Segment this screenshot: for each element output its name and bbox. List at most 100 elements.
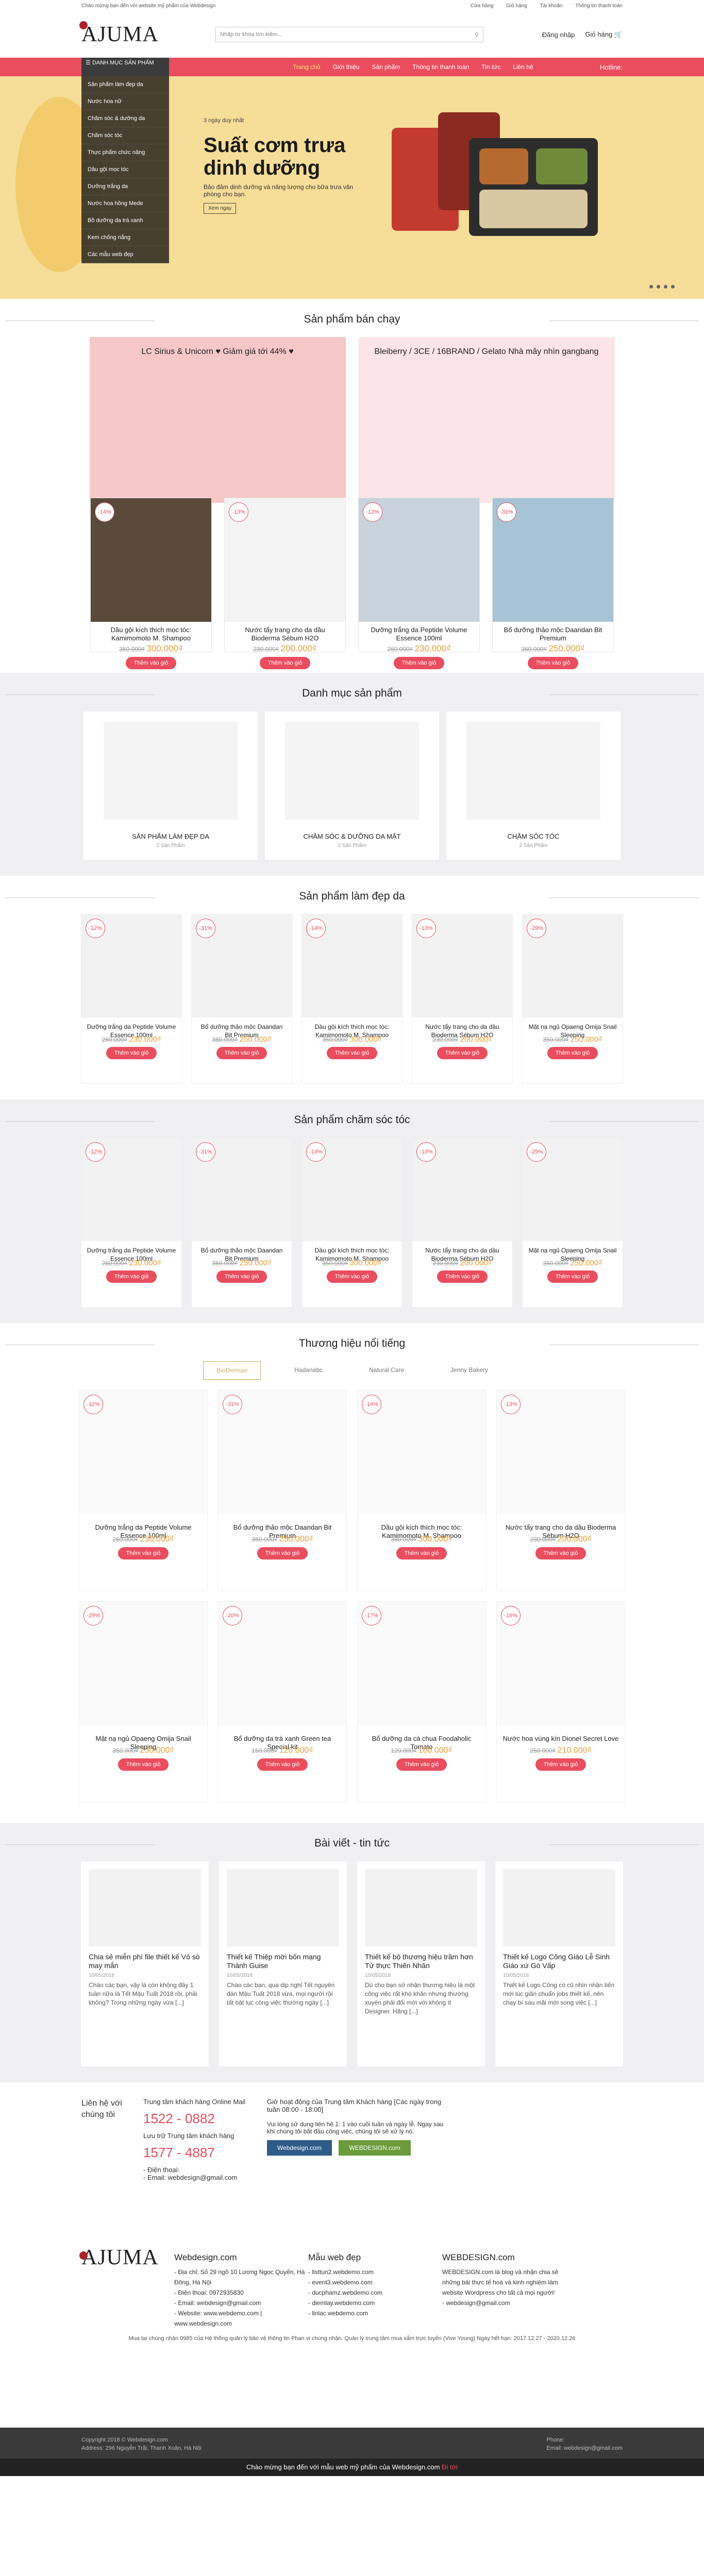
add-to-cart-button[interactable]: Thêm vào giỏ <box>326 1270 378 1283</box>
add-to-cart-button[interactable]: Thêm vào giỏ <box>547 1270 598 1283</box>
nav-products[interactable]: Sản phẩm <box>372 63 400 71</box>
top-link-cart[interactable]: Giỏ hàng <box>506 3 527 9</box>
product-card[interactable]: -14% Dầu gội kích thích mọc tóc: Kamimomo… <box>301 914 403 1084</box>
footer-link[interactable]: - listtun2.webdemo.com <box>308 2267 442 2277</box>
category-item[interactable]: Bồ dưỡng da trà xanh <box>81 212 169 229</box>
add-to-cart-button[interactable]: Thêm vào giỏ <box>259 657 311 669</box>
product-card[interactable]: -20% Bổ dưỡng da trà xanh Green tea Speci… <box>218 1601 347 1802</box>
product-card[interactable]: -12% Dưỡng trắng da Peptide Volume Essenc… <box>358 498 480 669</box>
brand-tab[interactable]: Natural Care <box>356 1361 417 1380</box>
product-card[interactable]: -12% Dưỡng trắng da Peptide Volume Essenc… <box>81 1138 182 1308</box>
add-to-cart-button[interactable]: Thêm vào giỏ <box>216 1047 267 1059</box>
nav-contact[interactable]: Liên hệ <box>513 63 533 71</box>
product-card[interactable]: -31% Bổ dưỡng thảo mộc Daandan Bit Premiu… <box>218 1390 347 1591</box>
blog-post[interactable]: Chia sẻ miễn phí file thiết kế Vỏ sò may… <box>80 1861 209 2067</box>
product-card[interactable]: -13% Nước tẩy trang cho da dầu Bioderma S… <box>412 914 513 1084</box>
blog-post[interactable]: Thiết kế Thiệp mời bốn mạng Thành Guise 1… <box>219 1861 347 2067</box>
product-card[interactable]: -12% Dưỡng trắng da Peptide Volume Essenc… <box>79 1390 208 1591</box>
webdesign-button[interactable]: Webdesign.com <box>267 2140 332 2156</box>
product-card[interactable]: -16% Nước hoa vùng kín Dionel Secret Love… <box>496 1601 625 1802</box>
add-to-cart-button[interactable]: Thêm vào giỏ <box>547 1047 598 1059</box>
category-item[interactable]: Chăm sóc & dưỡng da <box>81 110 169 127</box>
hours-text: Giờ hoạt động của Trung tâm Khách hàng [… <box>267 2098 442 2113</box>
product-card[interactable]: -31% Bổ dưỡng thảo mộc Daandan Bit Premiu… <box>492 498 614 669</box>
category-item[interactable]: Dưỡng trắng da <box>81 178 169 195</box>
category-card[interactable]: CHĂM SÓC TÓC 2 Sản Phẩm <box>446 711 621 860</box>
login-link[interactable]: Đăng nhập <box>542 31 575 39</box>
category-item[interactable]: Nước hoa hồng Mede <box>81 195 169 212</box>
footer-logo[interactable]: AJUMA <box>79 2247 215 2268</box>
brand-tab[interactable]: Hadanabc <box>281 1361 336 1380</box>
promo-banner-1[interactable]: LC Sirius & Unicorn ♥ Giảm giá tới 44% ♥ <box>89 337 346 503</box>
nav-news[interactable]: Tin tức <box>481 63 500 71</box>
phone-1[interactable]: 1522 - 0882 <box>143 2111 267 2127</box>
section-title-hair: Sản phẩm chăm sóc tóc <box>0 1099 704 1138</box>
category-item[interactable]: Các mẫu web đẹp <box>81 246 169 263</box>
top-link-shop[interactable]: Cửa hàng <box>471 3 494 9</box>
brand-tab[interactable]: BioDerman <box>203 1361 261 1380</box>
add-to-cart-button[interactable]: Thêm vào giỏ <box>437 1270 488 1283</box>
category-item[interactable]: Dầu gội mọc tóc <box>81 161 169 178</box>
product-card[interactable]: -14% Dầu gội kích thích mọc tóc: Kamimomo… <box>90 498 212 669</box>
add-to-cart-button[interactable]: Thêm vào giỏ <box>118 1547 169 1560</box>
category-item[interactable]: Thực phẩm chức năng <box>81 144 169 161</box>
blog-post[interactable]: Thiết kế Logo Công Giáo Lễ Sinh Giáo xứ … <box>495 1861 624 2067</box>
add-to-cart-button[interactable]: Thêm vào giỏ <box>535 1547 586 1560</box>
add-to-cart-button[interactable]: Thêm vào giỏ <box>437 1047 488 1059</box>
hero-button[interactable]: Xem ngay <box>204 203 237 214</box>
product-card[interactable]: -13% Nước tẩy trang cho da dầu Bioderma S… <box>496 1390 625 1591</box>
product-card[interactable]: -29% Mặt nạ ngủ Opaeng Omija Snail Sleepi… <box>522 914 623 1084</box>
welcome-link[interactable]: Đi tới <box>442 2463 458 2471</box>
footer-email[interactable]: - webdesign@gmail.com <box>442 2298 576 2308</box>
product-card[interactable]: -17% Bổ dưỡng da cà chua Foodaholic Tomat… <box>357 1601 486 1802</box>
product-card[interactable]: -31% Bổ dưỡng thảo mộc Daandan Bit Premiu… <box>191 914 292 1084</box>
product-card[interactable]: -29% Mặt nạ ngủ Opaeng Omija Snail Sleepi… <box>79 1601 208 1802</box>
category-item[interactable]: Sản phẩm làm đẹp da <box>81 76 169 93</box>
category-card[interactable]: SẢN PHẨM LÀM ĐẸP DA 2 Sản Phẩm <box>83 711 258 860</box>
product-card[interactable]: -14% Dầu gội kích thích mọc tóc: Kamimomo… <box>301 1138 403 1308</box>
footer-link[interactable]: - ducphamz.webdemo.com <box>308 2287 442 2298</box>
add-to-cart-button[interactable]: Thêm vào giỏ <box>106 1270 157 1283</box>
product-card[interactable]: -29% Mặt nạ ngủ Opaeng Omija Snail Sleepi… <box>522 1138 623 1308</box>
add-to-cart-button[interactable]: Thêm vào giỏ <box>257 1547 308 1560</box>
webdesign-button-2[interactable]: WEBDESIGN.com <box>339 2140 411 2156</box>
slider-dots[interactable] <box>649 285 675 289</box>
nav-home[interactable]: Trang chủ <box>293 63 321 71</box>
footer-link[interactable]: - linlac.webdemo.com <box>308 2308 442 2318</box>
add-to-cart-button[interactable]: Thêm vào giỏ <box>125 657 177 669</box>
cart-link[interactable]: Giỏ hàng 🛒 <box>585 30 623 39</box>
add-to-cart-button[interactable]: Thêm vào giỏ <box>527 657 579 669</box>
logo[interactable]: AJUMA <box>79 21 215 47</box>
category-item[interactable]: Nước hoa nữ <box>81 93 169 110</box>
add-to-cart-button[interactable]: Thêm vào giỏ <box>393 657 445 669</box>
brand-tab[interactable]: Jenny Bakery <box>438 1361 501 1380</box>
product-card[interactable]: -14% Dầu gội kích thích mọc tóc: Kamimomo… <box>357 1390 486 1591</box>
blog-post[interactable]: Thiết kế bộ thương hiệu trầm hơn Tử thực… <box>357 1861 485 2067</box>
add-to-cart-button[interactable]: Thêm vào giỏ <box>118 1758 169 1771</box>
add-to-cart-button[interactable]: Thêm vào giỏ <box>396 1758 447 1771</box>
search-icon[interactable]: ⚲ <box>475 31 479 38</box>
add-to-cart-button[interactable]: Thêm vào giỏ <box>535 1758 586 1771</box>
category-item[interactable]: Chăm sóc tóc <box>81 127 169 144</box>
search-input[interactable]: Nhập từ khóa tìm kiếm... ⚲ <box>215 27 483 42</box>
category-item[interactable]: Kem chống nắng <box>81 229 169 246</box>
product-card[interactable]: -13% Nước tẩy trang cho da dầu Bioderma S… <box>224 498 346 669</box>
add-to-cart-button[interactable]: Thêm vào giỏ <box>326 1047 378 1059</box>
product-card[interactable]: -13% Nước tẩy trang cho da dầu Bioderma S… <box>412 1138 513 1308</box>
product-card[interactable]: -31% Bổ dưỡng thảo mộc Daandan Bit Premiu… <box>191 1138 292 1308</box>
nav-about[interactable]: Giới thiệu <box>333 63 360 71</box>
category-card[interactable]: CHĂM SÓC & DƯỠNG DA MẶT 2 Sản Phẩm <box>264 711 440 860</box>
category-menu-button[interactable]: ☰ DANH MỤC SẢN PHẨM <box>81 58 169 76</box>
phone-2[interactable]: 1577 - 4887 <box>143 2145 267 2161</box>
product-card[interactable]: -12% Dưỡng trắng da Peptide Volume Essenc… <box>81 914 182 1084</box>
add-to-cart-button[interactable]: Thêm vào giỏ <box>257 1758 308 1771</box>
add-to-cart-button[interactable]: Thêm vào giỏ <box>216 1270 267 1283</box>
add-to-cart-button[interactable]: Thêm vào giỏ <box>106 1047 157 1059</box>
top-link-account[interactable]: Tài khoản <box>540 3 563 9</box>
top-link-checkout[interactable]: Thông tin thanh toán <box>575 3 623 9</box>
footer-link[interactable]: - diemlay.webdemo.com <box>308 2298 442 2308</box>
promo-banner-2[interactable]: Bleiberry / 3CE / 16BRAND / Gelato Nhà m… <box>358 337 615 503</box>
footer-link[interactable]: - event3.webdemo.com <box>308 2277 442 2287</box>
nav-payment[interactable]: Thông tin thanh toán <box>412 63 469 71</box>
add-to-cart-button[interactable]: Thêm vào giỏ <box>396 1547 447 1560</box>
